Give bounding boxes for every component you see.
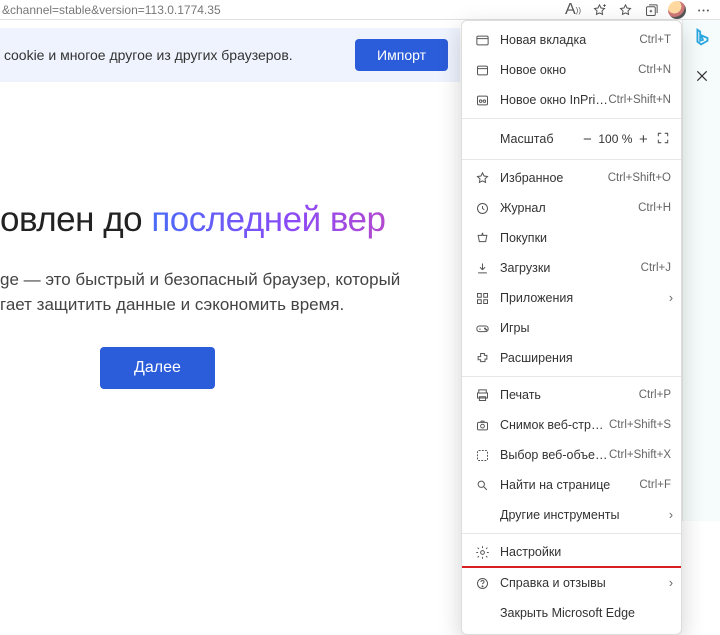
menu-print[interactable]: Печать Ctrl+P xyxy=(462,380,681,410)
menu-settings[interactable]: Настройки xyxy=(462,537,681,567)
welcome-content: овлен до последней вер ge — это быстрый … xyxy=(0,200,460,389)
gear-icon xyxy=(472,545,492,560)
collections-icon[interactable] xyxy=(638,0,664,20)
menu-shortcut: Ctrl+H xyxy=(638,202,671,214)
games-icon xyxy=(472,321,492,336)
profile-avatar[interactable] xyxy=(664,0,690,20)
read-aloud-icon[interactable]: A)) xyxy=(560,0,586,20)
help-icon xyxy=(472,576,492,591)
menu-shortcut: Ctrl+Shift+X xyxy=(609,449,671,461)
menu-shortcut: Ctrl+T xyxy=(639,34,671,46)
shopping-icon xyxy=(472,231,492,246)
zoom-label: Масштаб xyxy=(500,132,553,146)
menu-label: Журнал xyxy=(500,201,638,215)
sidebar-column xyxy=(682,20,720,521)
menu-label: Печать xyxy=(500,388,639,402)
more-menu-icon[interactable] xyxy=(690,0,716,20)
menu-favorites[interactable]: Избранное Ctrl+Shift+O xyxy=(462,163,681,193)
favorites-icon xyxy=(472,171,492,186)
menu-new-window[interactable]: Новое окно Ctrl+N xyxy=(462,55,681,85)
menu-shortcut: Ctrl+Shift+S xyxy=(609,419,671,431)
menu-separator xyxy=(462,159,681,160)
inprivate-icon xyxy=(472,93,492,108)
menu-separator xyxy=(462,533,681,534)
new-window-icon xyxy=(472,63,492,78)
menu-new-inprivate[interactable]: Новое окно InPrivate Ctrl+Shift+N xyxy=(462,85,681,115)
menu-shortcut: Ctrl+Shift+O xyxy=(608,172,671,184)
apps-icon xyxy=(472,291,492,306)
favorites-add-icon[interactable] xyxy=(586,0,612,20)
browser-toolbar: A)) xyxy=(560,0,720,20)
subtext-line1: ge — это быстрый и безопасный браузер, к… xyxy=(0,268,460,293)
menu-new-tab[interactable]: Новая вкладка Ctrl+T xyxy=(462,25,681,55)
new-tab-icon xyxy=(472,33,492,48)
menu-shortcut: Ctrl+J xyxy=(641,262,671,274)
next-button[interactable]: Далее xyxy=(100,347,215,389)
import-banner-text: cookie и многое другое из других браузер… xyxy=(4,47,293,63)
menu-webselect[interactable]: Выбор веб-объектов Ctrl+Shift+X xyxy=(462,440,681,470)
menu-apps[interactable]: Приложения › xyxy=(462,283,681,313)
menu-label: Справка и отзывы xyxy=(500,576,671,590)
menu-separator xyxy=(462,118,681,119)
menu-shortcut: Ctrl+Shift+N xyxy=(608,94,671,106)
menu-label: Новое окно InPrivate xyxy=(500,93,608,107)
history-icon xyxy=(472,201,492,216)
menu-close-edge[interactable]: Закрыть Microsoft Edge xyxy=(462,598,681,628)
menu-history[interactable]: Журнал Ctrl+H xyxy=(462,193,681,223)
menu-games[interactable]: Игры xyxy=(462,313,681,343)
menu-shortcut: Ctrl+N xyxy=(638,64,671,76)
menu-help[interactable]: Справка и отзывы › xyxy=(462,568,681,598)
zoom-value: 100 % xyxy=(597,132,633,146)
headline-part1: овлен до xyxy=(0,200,151,239)
menu-label: Закрыть Microsoft Edge xyxy=(500,606,671,620)
menu-label: Другие инструменты xyxy=(500,508,671,522)
menu-label: Выбор веб-объектов xyxy=(500,448,609,462)
import-button[interactable]: Импорт xyxy=(355,39,448,71)
subtext-line2: гает защитить данные и сэкономить время. xyxy=(0,293,460,318)
webselect-icon xyxy=(472,448,492,463)
zoom-out-button[interactable]: − xyxy=(577,131,597,148)
sidebar-close-icon[interactable] xyxy=(683,58,720,94)
print-icon xyxy=(472,388,492,403)
app-menu: Новая вкладка Ctrl+T Новое окно Ctrl+N Н… xyxy=(461,20,682,635)
menu-separator xyxy=(462,376,681,377)
zoom-in-button[interactable]: + xyxy=(633,131,653,148)
bing-icon[interactable] xyxy=(683,20,720,56)
menu-label: Расширения xyxy=(500,351,671,365)
menu-label: Снимок веб-страницы xyxy=(500,418,609,432)
menu-more-tools[interactable]: Другие инструменты › xyxy=(462,500,681,530)
menu-label: Избранное xyxy=(500,171,608,185)
menu-label: Покупки xyxy=(500,231,671,245)
menu-webcapture[interactable]: Снимок веб-страницы Ctrl+Shift+S xyxy=(462,410,681,440)
subtext: ge — это быстрый и безопасный браузер, к… xyxy=(0,268,460,317)
extensions-icon xyxy=(472,351,492,366)
menu-extensions[interactable]: Расширения xyxy=(462,343,681,373)
menu-label: Приложения xyxy=(500,291,671,305)
menu-shortcut: Ctrl+P xyxy=(639,389,671,401)
menu-label: Новая вкладка xyxy=(500,33,639,47)
menu-label: Новое окно xyxy=(500,63,638,77)
headline: овлен до последней вер xyxy=(0,200,460,240)
menu-downloads[interactable]: Загрузки Ctrl+J xyxy=(462,253,681,283)
menu-label: Игры xyxy=(500,321,671,335)
favorites-star-icon[interactable] xyxy=(612,0,638,20)
fullscreen-icon[interactable] xyxy=(653,131,673,148)
menu-label: Загрузки xyxy=(500,261,641,275)
menu-shortcut: Ctrl+F xyxy=(639,479,671,491)
menu-label: Настройки xyxy=(500,545,671,559)
webcapture-icon xyxy=(472,418,492,433)
chevron-right-icon: › xyxy=(669,291,673,305)
chevron-right-icon: › xyxy=(669,576,673,590)
menu-shopping[interactable]: Покупки xyxy=(462,223,681,253)
menu-zoom-row: Масштаб − 100 % + xyxy=(462,122,681,156)
menu-find[interactable]: Найти на странице Ctrl+F xyxy=(462,470,681,500)
headline-gradient: последней вер xyxy=(151,200,385,239)
downloads-icon xyxy=(472,261,492,276)
chevron-right-icon: › xyxy=(669,508,673,522)
menu-label: Найти на странице xyxy=(500,478,639,492)
find-icon xyxy=(472,478,492,493)
import-banner: cookie и многое другое из других браузер… xyxy=(0,28,460,82)
